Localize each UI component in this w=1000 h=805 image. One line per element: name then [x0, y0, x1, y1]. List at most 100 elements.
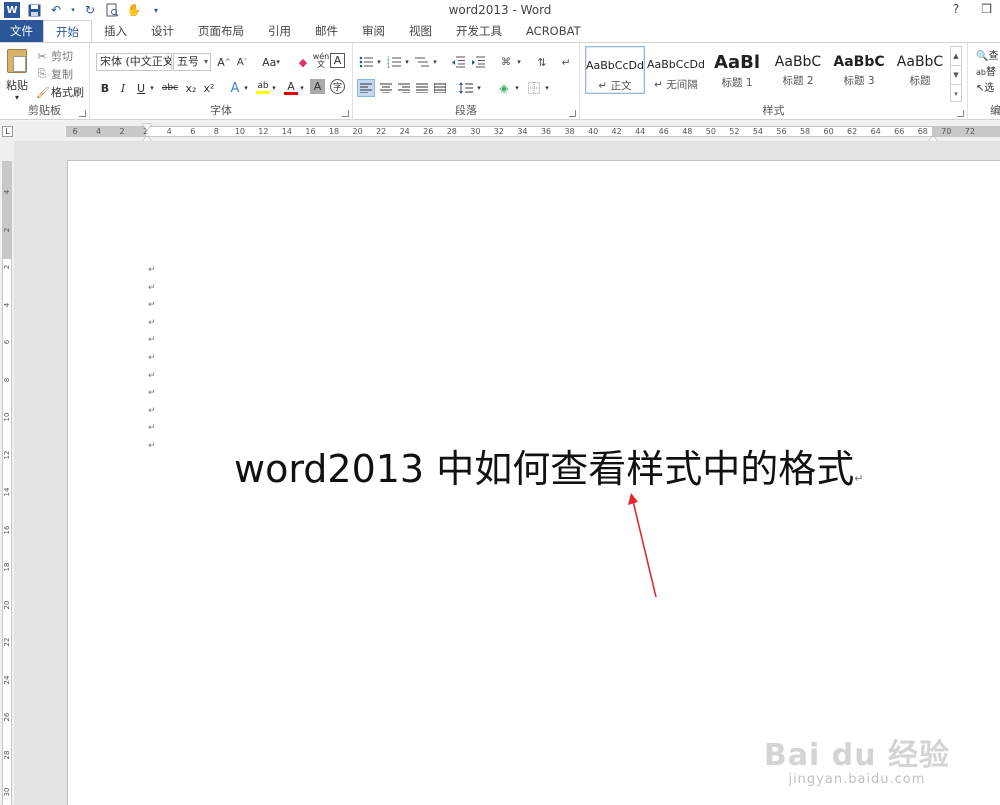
paste-label: 粘贴: [6, 79, 28, 92]
ribbon-display-options-icon[interactable]: ❒: [981, 2, 992, 16]
borders-icon[interactable]: [525, 79, 543, 97]
line-spacing-dropdown-icon[interactable]: ▾: [475, 79, 483, 97]
font-color-dropdown-icon[interactable]: ▾: [298, 79, 306, 97]
paragraph-launcher-icon[interactable]: [569, 110, 576, 117]
gallery-down-icon[interactable]: ▼: [951, 66, 961, 85]
text-effects-dropdown-icon[interactable]: ▾: [242, 79, 250, 97]
decrease-indent-icon[interactable]: [449, 53, 467, 71]
tab-design[interactable]: 设计: [139, 20, 186, 42]
align-left-icon[interactable]: [357, 79, 375, 97]
character-border-button[interactable]: A: [330, 53, 345, 68]
bold-button[interactable]: B: [96, 79, 114, 97]
italic-button[interactable]: I: [114, 79, 132, 97]
shading-dropdown-icon[interactable]: ▾: [513, 79, 521, 97]
line-spacing-icon[interactable]: [457, 79, 475, 97]
asian-layout-dropdown-icon[interactable]: ▾: [515, 53, 523, 71]
help-button[interactable]: ?: [953, 2, 959, 16]
tab-acrobat[interactable]: ACROBAT: [514, 20, 593, 42]
paste-dropdown-icon[interactable]: ▾: [4, 93, 30, 102]
subscript-button[interactable]: x₂: [182, 79, 200, 97]
change-case-button[interactable]: Aa ▾: [258, 53, 284, 71]
print-preview-icon[interactable]: [104, 2, 120, 18]
tab-developer[interactable]: 开发工具: [444, 20, 514, 42]
strikethrough-button[interactable]: abc: [160, 79, 180, 97]
tab-insert[interactable]: 插入: [92, 20, 139, 42]
cut-button[interactable]: ✂ 剪切: [36, 47, 84, 65]
ruler-tick-label: 70: [941, 127, 952, 136]
style-heading-2[interactable]: AaBbC 标题 2: [768, 46, 828, 94]
clipboard-group-label: 剪贴板: [28, 104, 61, 117]
align-right-icon[interactable]: [395, 79, 413, 97]
multilevel-list-icon[interactable]: [413, 53, 431, 71]
document-page[interactable]: ↵ ↵ ↵ ↵ ↵ ↵ ↵ ↵ ↵ ↵ ↵ word2013 中如何查看样式中的格式↵ Bai du…: [67, 160, 1000, 805]
font-launcher-icon[interactable]: [342, 110, 349, 117]
document-area: ↵ ↵ ↵ ↵ ↵ ↵ ↵ ↵ ↵ ↵ ↵ word2013 中如何查看样式中的格式↵ Bai du…: [14, 141, 1000, 805]
distributed-icon[interactable]: [431, 79, 449, 97]
save-icon[interactable]: [26, 2, 42, 18]
shrink-font-button[interactable]: Aˇ: [233, 53, 251, 71]
increase-indent-icon[interactable]: [469, 53, 487, 71]
underline-label: U: [136, 81, 146, 95]
tab-view[interactable]: 视图: [397, 20, 444, 42]
clear-formatting-button[interactable]: ◆: [294, 53, 312, 71]
copy-button[interactable]: ⎘ 复制: [36, 65, 84, 83]
font-name-combo[interactable]: 宋体 (中文正文 ▾: [96, 53, 172, 71]
clipboard-launcher-icon[interactable]: [79, 110, 86, 117]
style-heading-1[interactable]: AaBl 标题 1: [707, 46, 767, 94]
gallery-up-icon[interactable]: ▲: [951, 47, 961, 66]
font-size-combo[interactable]: 五号 ▾: [173, 53, 211, 71]
tab-mailings[interactable]: 邮件: [303, 20, 350, 42]
replace-button[interactable]: ab替: [976, 65, 998, 81]
redo-icon[interactable]: ↻: [82, 2, 98, 18]
style-no-spacing[interactable]: AaBbCcDd ↵ 无间隔: [646, 46, 706, 94]
numbering-dropdown-icon[interactable]: ▾: [403, 53, 411, 71]
show-marks-icon[interactable]: ↵: [557, 53, 575, 71]
phonetic-guide-button[interactable]: wén 文: [312, 52, 330, 70]
enclose-characters-button[interactable]: 字: [330, 79, 345, 94]
bullets-dropdown-icon[interactable]: ▾: [375, 53, 383, 71]
superscript-button[interactable]: x²: [200, 79, 218, 97]
word-logo-icon[interactable]: W: [4, 2, 20, 18]
tab-references[interactable]: 引用: [256, 20, 303, 42]
find-button[interactable]: 🔍查: [976, 49, 998, 65]
document-heading[interactable]: word2013 中如何查看样式中的格式↵: [234, 438, 863, 493]
tab-review[interactable]: 审阅: [350, 20, 397, 42]
shading-icon[interactable]: ◈: [495, 79, 513, 97]
highlight-dropdown-icon[interactable]: ▾: [270, 79, 278, 97]
style-heading-3[interactable]: AaBbC 标题 3: [829, 46, 889, 94]
select-button[interactable]: ↖选: [976, 81, 998, 97]
gallery-more-icon[interactable]: ▾: [951, 85, 961, 103]
vruler-tick-label: 2: [3, 227, 11, 232]
style-sample: AaBbC: [774, 54, 822, 70]
paste-button[interactable]: 粘贴 ▾: [4, 49, 30, 102]
undo-dropdown-icon[interactable]: ▾: [70, 2, 76, 18]
style-title[interactable]: AaBbC 标题: [890, 46, 950, 94]
tab-selector[interactable]: L: [2, 126, 13, 137]
first-line-indent-marker[interactable]: [142, 124, 152, 130]
grow-font-button[interactable]: A ^: [215, 53, 233, 71]
cut-label: 剪切: [51, 50, 73, 63]
ruler-tick-label: 64: [870, 127, 881, 136]
justify-icon[interactable]: [413, 79, 431, 97]
tab-home[interactable]: 开始: [43, 20, 92, 43]
touch-mode-icon[interactable]: ✋: [126, 2, 142, 18]
tab-file[interactable]: 文件: [0, 20, 43, 42]
style-normal[interactable]: AaBbCcDd ↵ 正文: [585, 46, 645, 94]
underline-dropdown-icon[interactable]: ▾: [148, 79, 156, 97]
undo-icon[interactable]: ↶: [48, 2, 64, 18]
numbering-icon[interactable]: 123: [385, 53, 403, 71]
tab-page-layout[interactable]: 页面布局: [186, 20, 256, 42]
multilevel-dropdown-icon[interactable]: ▾: [431, 53, 439, 71]
paragraph-mark: ↵: [148, 388, 156, 399]
format-painter-button[interactable]: 🖌 格式刷: [36, 83, 84, 101]
customize-qat-icon[interactable]: ▾: [148, 2, 164, 18]
align-center-icon[interactable]: [377, 79, 395, 97]
borders-dropdown-icon[interactable]: ▾: [543, 79, 551, 97]
bullets-icon[interactable]: [357, 53, 375, 71]
highlight-color-bar: [256, 91, 270, 94]
text-effects-label: A: [230, 80, 240, 96]
styles-launcher-icon[interactable]: [957, 110, 964, 117]
character-shading-button[interactable]: A: [310, 79, 325, 94]
sort-icon[interactable]: ⇅: [533, 53, 551, 71]
asian-layout-icon[interactable]: ⌘: [497, 53, 515, 71]
